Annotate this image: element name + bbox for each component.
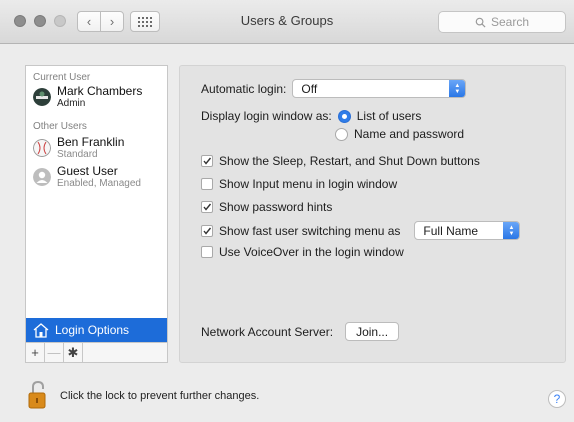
automatic-login-label: Automatic login:: [201, 81, 287, 96]
action-gear-button[interactable]: ✱: [64, 343, 83, 362]
fast-switching-label: Show fast user switching menu as: [219, 223, 401, 238]
user-item-ben-franklin[interactable]: Ben Franklin Standard: [33, 135, 124, 160]
display-as-label: Display login window as:: [201, 109, 332, 123]
login-options-panel: Automatic login: Off ▲ ▼ Display login wi…: [179, 65, 566, 363]
automatic-login-popup[interactable]: Off ▲ ▼: [292, 79, 467, 98]
radio-list-label: List of users: [356, 109, 422, 123]
user-avatar-icon: [33, 88, 51, 106]
user-item-mark-chambers[interactable]: Mark Chambers Admin: [33, 84, 142, 109]
network-server-row: Network Account Server: Join...: [201, 322, 400, 341]
login-options-item[interactable]: Login Options: [26, 318, 167, 342]
updown-arrows-icon: ▲ ▼: [503, 222, 520, 239]
search-placeholder: Search: [490, 15, 530, 29]
checkbox-fast-switching[interactable]: [201, 224, 213, 237]
title-bar: ‹ › Users & Groups Search: [0, 0, 574, 44]
help-button[interactable]: ?: [548, 390, 566, 408]
remove-user-button[interactable]: —: [45, 343, 64, 362]
display-as-row: Display login window as: List of users: [201, 109, 421, 123]
checkmark-icon: [203, 203, 212, 211]
sleep-restart-row: Show the Sleep, Restart, and Shut Down b…: [201, 154, 480, 168]
voiceover-row: Use VoiceOver in the login window: [201, 245, 404, 259]
checkbox-sleep-restart[interactable]: [201, 155, 213, 167]
automatic-login-value: Off: [301, 81, 318, 96]
radio-name-and-password[interactable]: [335, 127, 348, 141]
input-menu-row: Show Input menu in login window: [201, 177, 397, 191]
lock-open-icon[interactable]: [28, 380, 48, 410]
gear-icon: ✱: [67, 344, 79, 360]
radio-name-label: Name and password: [354, 127, 465, 141]
input-menu-label: Show Input menu in login window: [219, 177, 398, 191]
checkbox-password-hints[interactable]: [201, 201, 213, 213]
current-user-heading: Current User: [33, 72, 91, 83]
lock-message: Click the lock to prevent further change…: [60, 390, 260, 402]
network-server-label: Network Account Server:: [201, 324, 334, 339]
user-item-guest[interactable]: Guest User Enabled, Managed: [33, 164, 141, 189]
join-button[interactable]: Join...: [345, 322, 400, 341]
preferences-window: ‹ › Users & Groups Search Current User M…: [0, 0, 574, 422]
voiceover-label: Use VoiceOver in the login window: [219, 245, 404, 259]
user-role: Admin: [57, 98, 86, 109]
search-field[interactable]: Search: [438, 11, 566, 33]
users-sidebar: Current User Mark Chambers Admin Other U…: [25, 65, 168, 343]
search-icon: [475, 17, 486, 28]
user-role: Enabled, Managed: [57, 178, 141, 189]
password-hints-label: Show password hints: [219, 200, 333, 214]
sidebar-toolbar: + — ✱: [25, 343, 168, 363]
checkbox-voiceover[interactable]: [201, 246, 213, 258]
sleep-restart-label: Show the Sleep, Restart, and Shut Down b…: [219, 154, 480, 168]
fast-switching-row: Show fast user switching menu as Full Na…: [201, 221, 521, 240]
house-icon: [33, 322, 49, 338]
login-options-label: Login Options: [55, 323, 130, 337]
guest-avatar-icon: [33, 168, 51, 186]
other-users-heading: Other Users: [33, 121, 87, 132]
add-user-button[interactable]: +: [26, 343, 45, 362]
user-name: Guest User: [57, 164, 118, 178]
fast-switching-popup[interactable]: Full Name ▲ ▼: [414, 221, 521, 240]
checkmark-icon: [203, 227, 212, 235]
checkbox-input-menu[interactable]: [201, 178, 213, 190]
checkmark-icon: [203, 157, 212, 165]
baseball-avatar-icon: [33, 139, 51, 157]
automatic-login-row: Automatic login: Off ▲ ▼: [201, 79, 467, 98]
password-hints-row: Show password hints: [201, 200, 332, 214]
name-password-row: Name and password: [335, 127, 464, 141]
updown-arrows-icon: ▲ ▼: [449, 80, 466, 97]
user-role: Standard: [57, 149, 98, 160]
user-name: Mark Chambers: [57, 84, 143, 98]
user-name: Ben Franklin: [57, 135, 125, 149]
fast-switching-value: Full Name: [423, 223, 479, 238]
radio-list-of-users[interactable]: [337, 109, 351, 123]
